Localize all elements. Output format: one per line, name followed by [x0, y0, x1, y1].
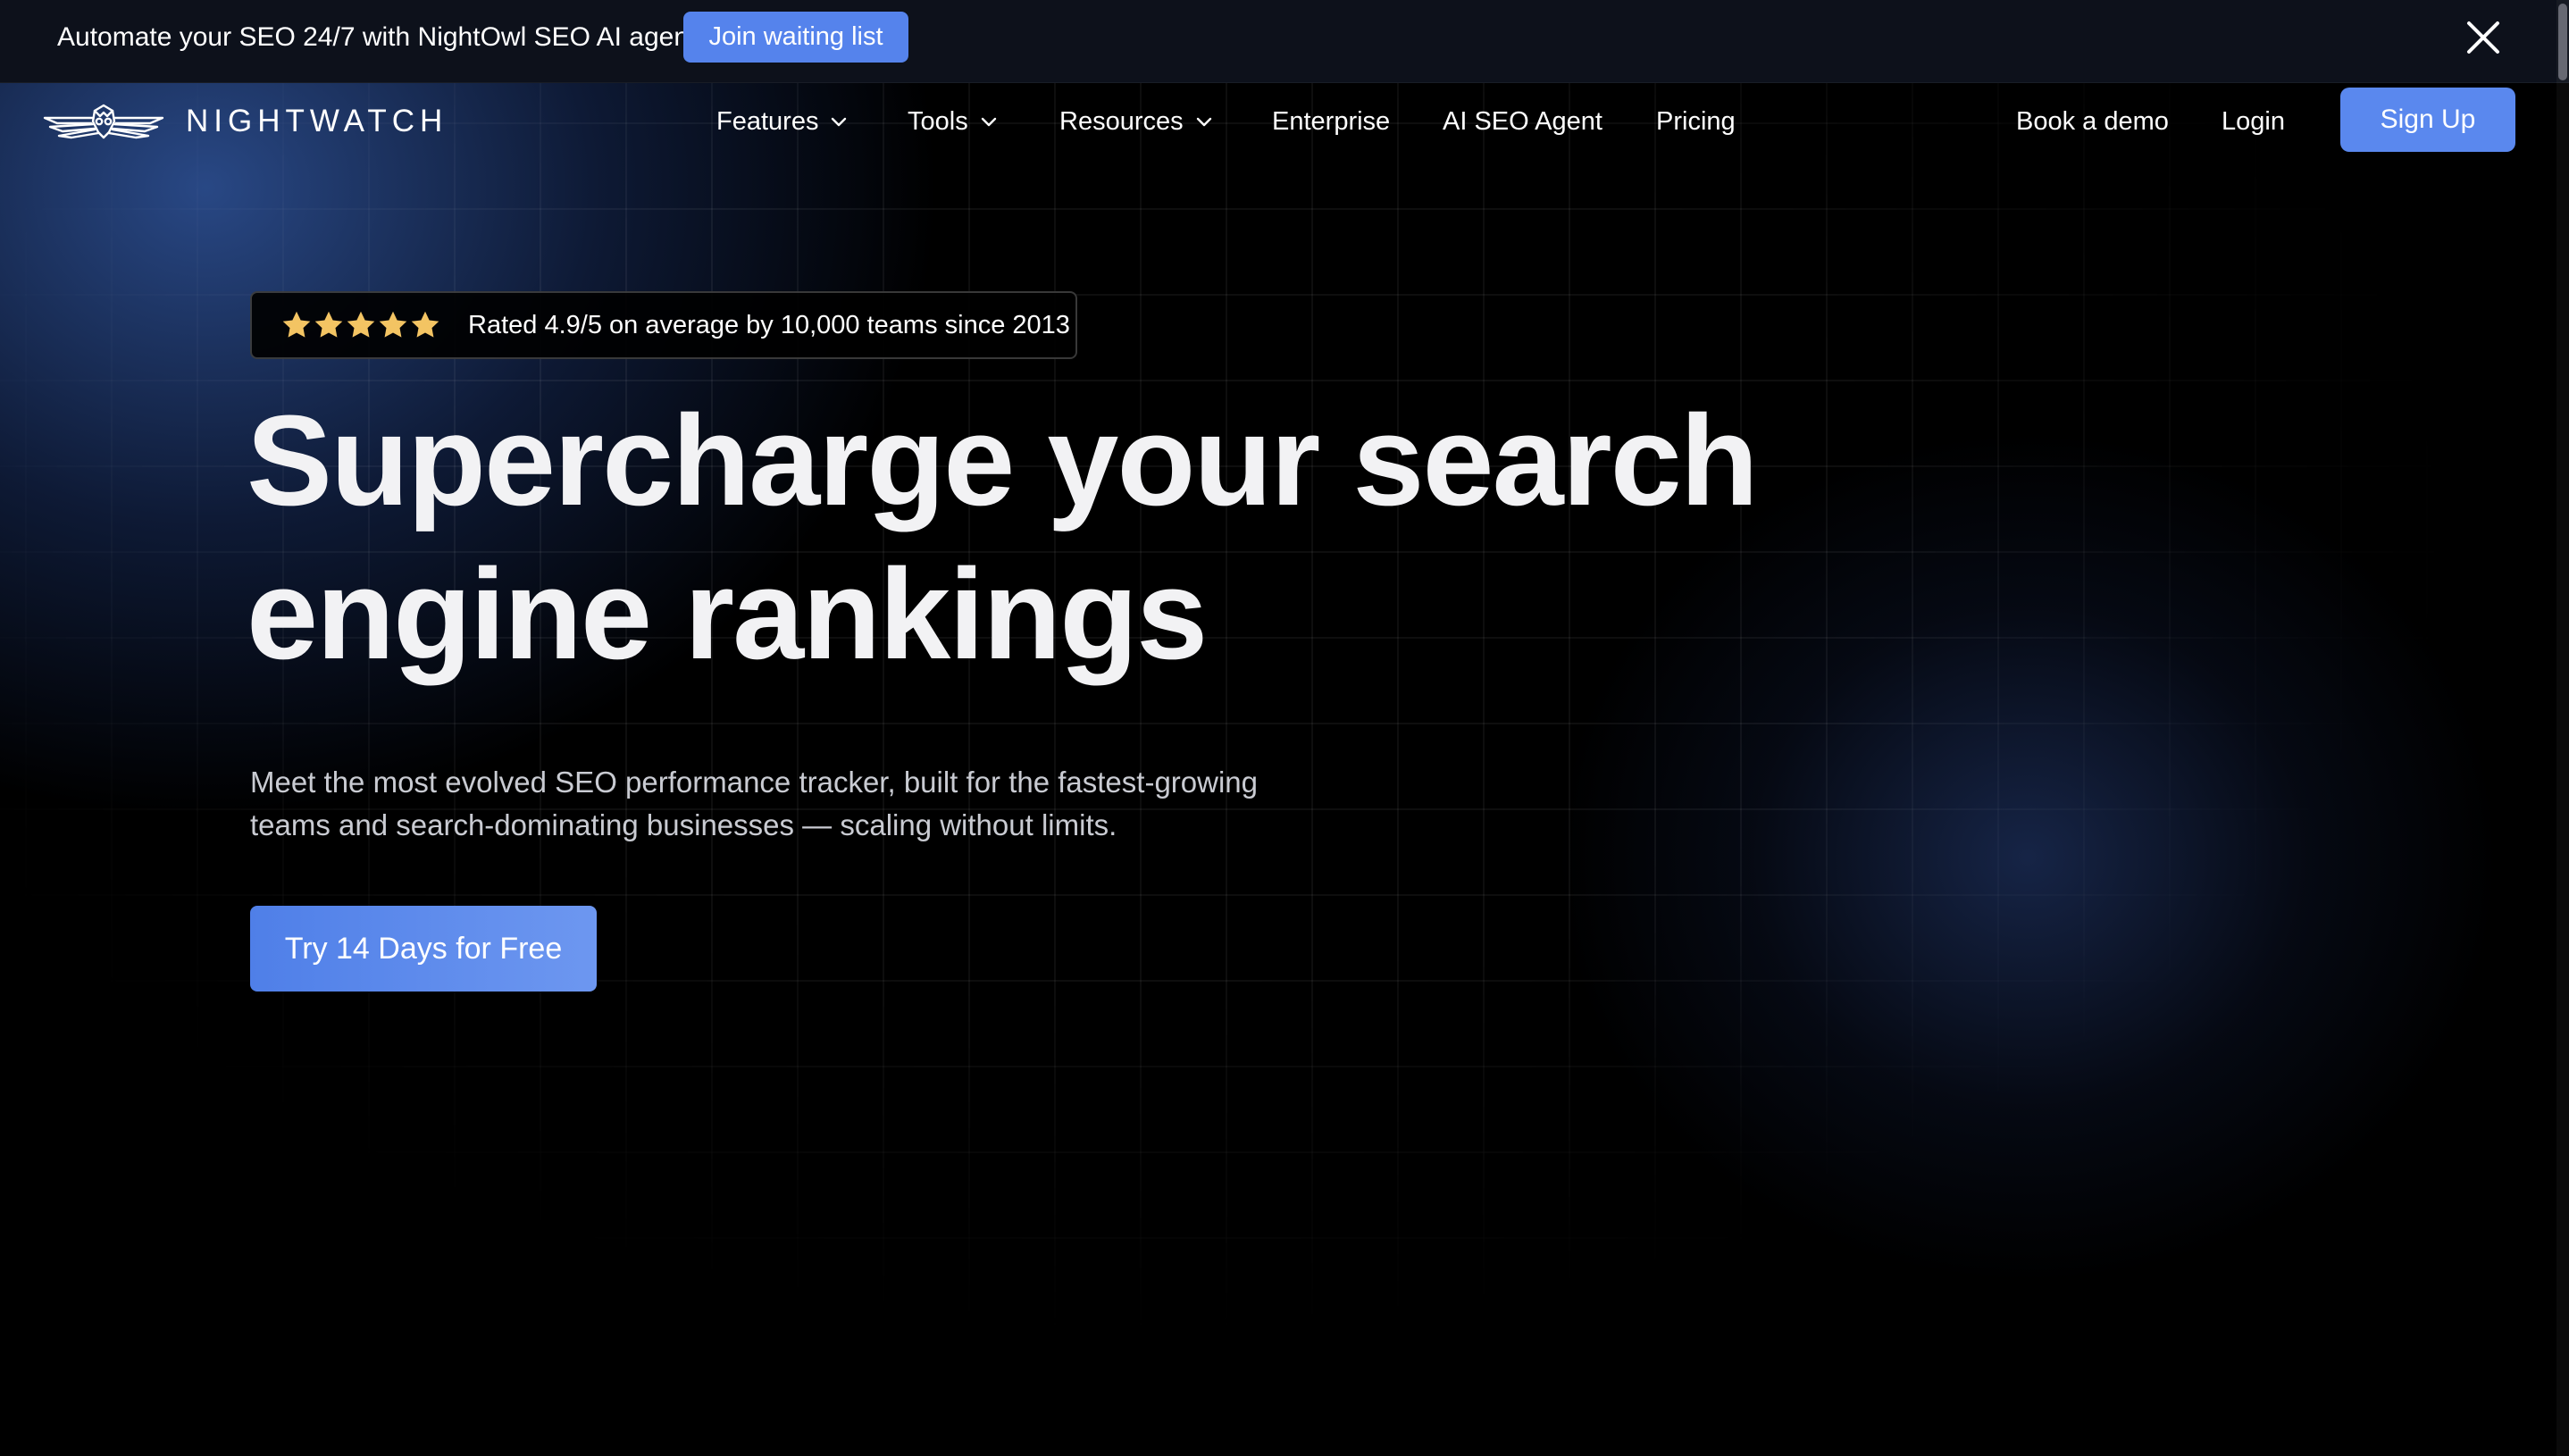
- nav-item-enterprise[interactable]: Enterprise: [1272, 104, 1390, 139]
- star-icon: [282, 311, 311, 338]
- rating-text: Rated 4.9/5 on average by 10,000 teams s…: [468, 310, 1070, 339]
- nav-item-ai-seo-agent[interactable]: AI SEO Agent: [1443, 104, 1602, 139]
- chevron-down-icon: [1196, 117, 1211, 127]
- star-icon: [379, 311, 407, 338]
- star-icon: [314, 311, 343, 338]
- nav-item-label: AI SEO Agent: [1443, 107, 1602, 136]
- hero-title-line-2: engine rankings: [247, 542, 1208, 686]
- nav-item-label: Enterprise: [1272, 107, 1391, 136]
- announcement-bar: Automate your SEO 24/7 with NightOwl SEO…: [0, 0, 2569, 83]
- sign-up-button[interactable]: Sign Up: [2340, 88, 2515, 152]
- close-icon[interactable]: [2464, 18, 2503, 57]
- book-demo-link[interactable]: Book a demo: [2016, 104, 2169, 139]
- nav-item-label: Resources: [1059, 107, 1184, 136]
- nav-item-label: Pricing: [1656, 107, 1736, 136]
- hero-title-line-1: Supercharge your search: [247, 389, 1759, 532]
- hero-subtitle: Meet the most evolved SEO performance tr…: [250, 761, 1322, 847]
- hero-subtitle-line-1: Meet the most evolved SEO performance tr…: [250, 766, 1259, 799]
- nav-item-tools[interactable]: Tools: [908, 104, 999, 139]
- login-link[interactable]: Login: [2222, 104, 2285, 139]
- chevron-down-icon: [832, 117, 847, 127]
- star-icon: [347, 311, 375, 338]
- chevron-down-icon: [981, 117, 996, 127]
- rating-badge: Rated 4.9/5 on average by 10,000 teams s…: [250, 291, 1077, 359]
- hero-subtitle-line-2: teams and search-dominating businesses —…: [250, 808, 1117, 841]
- nav-item-label: Features: [716, 107, 819, 136]
- logo[interactable]: NIGHTWATCH: [41, 98, 448, 145]
- nav-item-label: Tools: [908, 107, 968, 136]
- logo-text: NIGHTWATCH: [186, 104, 448, 138]
- page: Automate your SEO 24/7 with NightOwl SEO…: [0, 0, 2569, 1456]
- scrollbar-thumb[interactable]: [2558, 4, 2567, 80]
- announcement-text: Automate your SEO 24/7 with NightOwl SEO…: [57, 22, 704, 52]
- nav-item-features[interactable]: Features: [716, 104, 849, 139]
- star-rating: [280, 309, 441, 341]
- join-waiting-list-button[interactable]: Join waiting list: [683, 12, 908, 63]
- owl-logo-icon: [43, 104, 164, 139]
- star-icon: [411, 311, 439, 338]
- scrollbar-track[interactable]: [2556, 0, 2569, 1456]
- free-trial-button[interactable]: Try 14 Days for Free: [250, 906, 597, 992]
- nav-item-resources[interactable]: Resources: [1059, 104, 1214, 139]
- nav-item-pricing[interactable]: Pricing: [1656, 104, 1736, 139]
- hero-title: Supercharge your search engine rankings: [247, 384, 1765, 691]
